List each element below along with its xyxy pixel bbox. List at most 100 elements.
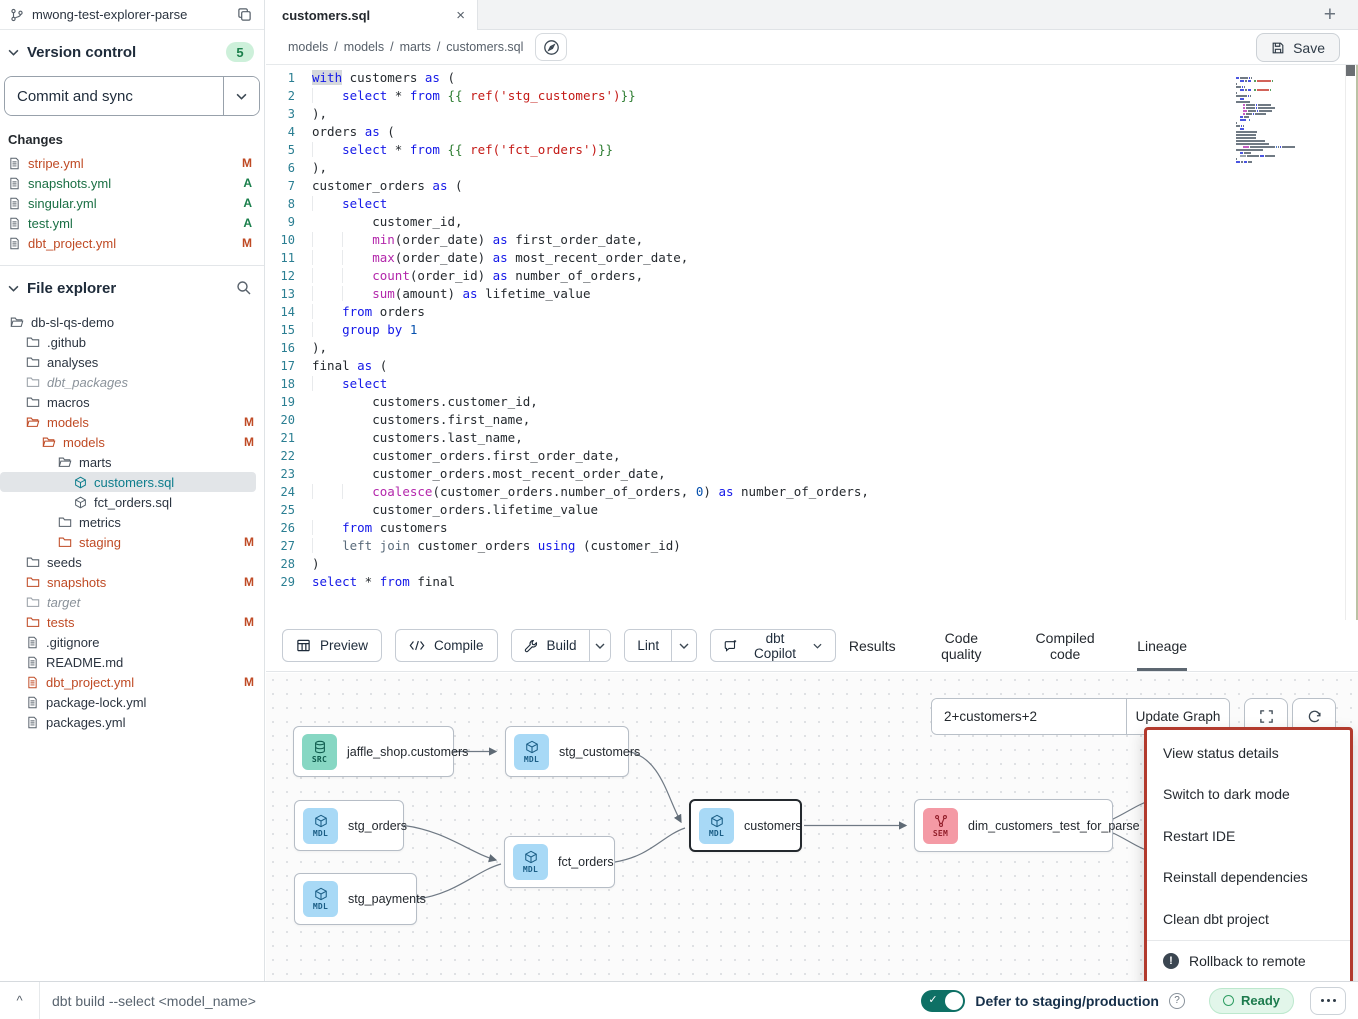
tab-lineage[interactable]: Lineage (1137, 620, 1187, 671)
new-tab-button[interactable]: + (1324, 0, 1336, 29)
tree-item-seeds[interactable]: seeds (0, 552, 264, 572)
code-text: customers.first_name, (312, 411, 530, 429)
lineage-node-stg-customers[interactable]: MDLstg_customers (505, 726, 629, 777)
line-number: 20 (266, 411, 312, 429)
tree-item-metrics[interactable]: metrics (0, 512, 264, 532)
commit-options-button[interactable] (223, 77, 259, 115)
minimap-line (1236, 161, 1300, 163)
build-options-button[interactable] (589, 630, 611, 661)
tab-results[interactable]: Results (849, 620, 896, 671)
changed-file-name: stripe.yml (28, 156, 235, 171)
tree-item-readme-md[interactable]: README.md (0, 652, 264, 672)
build-button[interactable]: Build (512, 630, 589, 661)
tree-item-label: fct_orders.sql (94, 495, 172, 510)
code-line: 28) (266, 555, 1358, 573)
tree-item-marts[interactable]: marts (0, 452, 264, 472)
minimap-line (1236, 137, 1300, 139)
lineage-node-stg-payments[interactable]: MDLstg_payments (294, 873, 417, 925)
change-status-badge: M (244, 415, 254, 429)
chevron-down-icon[interactable] (8, 49, 19, 56)
lint-button[interactable]: Lint (625, 630, 671, 661)
code-line: 4orders as ( (266, 123, 1358, 141)
help-icon[interactable]: ? (1169, 993, 1185, 1009)
lineage-node-jaffle-shop-customers[interactable]: SRCjaffle_shop.customers (293, 726, 454, 777)
tree-item--gitignore[interactable]: .gitignore (0, 632, 264, 652)
minimap-line (1236, 158, 1300, 160)
ellipsis-icon (1333, 999, 1336, 1002)
tree-item-label: models (47, 415, 89, 430)
line-number: 29 (266, 573, 312, 591)
tree-item-fct-orders-sql[interactable]: fct_orders.sql (0, 492, 264, 512)
lineage-node-customers[interactable]: MDLcustomers (689, 799, 802, 852)
code-text: customer_orders.most_recent_order_date, (312, 465, 666, 483)
tree-item-snapshots[interactable]: snapshotsM (0, 572, 264, 592)
preview-button[interactable]: Preview (282, 629, 382, 662)
tree-item-customers-sql[interactable]: customers.sql (0, 472, 256, 492)
breadcrumb-item[interactable]: customers.sql (446, 40, 523, 54)
tree-item-dbt-packages[interactable]: dbt_packages (0, 372, 264, 392)
changed-file-row[interactable]: singular.ymlA (0, 193, 264, 213)
copy-branch-button[interactable] (235, 5, 254, 24)
lint-options-button[interactable] (671, 630, 695, 661)
changed-file-row[interactable]: stripe.yml M (0, 153, 264, 173)
tree-item-models[interactable]: modelsM (0, 432, 264, 452)
changed-file-row[interactable]: test.ymlA (0, 213, 264, 233)
tree-item-staging[interactable]: stagingM (0, 532, 264, 552)
commit-split-button: Commit and sync (4, 76, 260, 116)
breadcrumb-item[interactable]: models (288, 40, 328, 54)
file-explorer-section: File explorer db-sl-qs-demo.githubanalys… (0, 265, 264, 981)
menu-item-clean-dbt-project[interactable]: Clean dbt project (1147, 898, 1350, 940)
code-line: 10 min(order_date) as first_order_date, (266, 231, 1358, 249)
save-icon (1271, 41, 1285, 55)
code-text: coalesce(customer_orders.number_of_order… (312, 483, 869, 501)
breadcrumb-item[interactable]: marts (400, 40, 431, 54)
tree-item-tests[interactable]: testsM (0, 612, 264, 632)
tree-item--github[interactable]: .github (0, 332, 264, 352)
menu-item-restart-ide[interactable]: Restart IDE (1147, 815, 1350, 857)
code-line: 15 group by 1 (266, 321, 1358, 339)
tab-code-quality[interactable]: Code quality (930, 620, 993, 671)
tree-item-analyses[interactable]: analyses (0, 352, 264, 372)
command-placeholder[interactable]: dbt build --select <model_name> (52, 993, 256, 1009)
lineage-node-fct-orders[interactable]: MDLfct_orders (504, 836, 615, 888)
menu-item-rollback-to-remote[interactable]: !Rollback to remote (1147, 941, 1350, 982)
close-tab-button[interactable]: × (456, 8, 465, 23)
save-button[interactable]: Save (1256, 33, 1340, 62)
tree-item-dbt-project-yml[interactable]: dbt_project.ymlM (0, 672, 264, 692)
minimap[interactable] (1236, 77, 1300, 164)
tab-compiled-code[interactable]: Compiled code (1027, 620, 1103, 671)
tree-item-label: .gitignore (46, 635, 99, 650)
dbt-copilot-button[interactable]: dbt Copilot (710, 629, 836, 662)
lineage-node-dim-customers-test-for-parse[interactable]: SEMdim_customers_test_for_parse (914, 799, 1113, 852)
tree-item-models[interactable]: models M (0, 412, 264, 432)
menu-item-reinstall-dependencies[interactable]: Reinstall dependencies (1147, 857, 1350, 899)
file-search-button[interactable] (234, 278, 254, 298)
tab-customers-sql[interactable]: customers.sql × (266, 0, 478, 30)
tree-item-db-sl-qs-demo[interactable]: db-sl-qs-demo (0, 312, 264, 332)
lineage-node-stg-orders[interactable]: MDLstg_orders (294, 800, 404, 851)
editor-scrollbar[interactable] (1346, 65, 1355, 76)
commit-and-sync-button[interactable]: Commit and sync (5, 77, 223, 115)
open-in-explorer-button[interactable] (535, 33, 567, 61)
defer-toggle[interactable]: ✓ (921, 990, 965, 1012)
code-editor[interactable]: 1with customers as (2 select * from {{ r… (266, 65, 1358, 620)
file-icon (8, 217, 21, 230)
chevron-down-icon[interactable] (8, 285, 19, 292)
menu-item-view-status-details[interactable]: View status details (1147, 732, 1350, 774)
tree-item-target[interactable]: target (0, 592, 264, 612)
changed-file-row[interactable]: snapshots.ymlA (0, 173, 264, 193)
breadcrumb-item[interactable]: models (344, 40, 384, 54)
tree-item-packages-yml[interactable]: packages.yml (0, 712, 264, 732)
tree-item-package-lock-yml[interactable]: package-lock.yml (0, 692, 264, 712)
tree-item-macros[interactable]: macros (0, 392, 264, 412)
more-options-button[interactable] (1310, 987, 1346, 1015)
compile-button[interactable]: Compile (395, 629, 498, 662)
code-line: 16), (266, 339, 1358, 357)
change-status-badge: M (242, 156, 252, 170)
changed-file-row[interactable]: dbt_project.ymlM (0, 233, 264, 253)
expand-command-bar-button[interactable]: ^ (0, 982, 40, 1019)
status-badge[interactable]: Ready (1209, 988, 1294, 1014)
lineage-selector-input[interactable] (932, 699, 1126, 734)
menu-item-switch-to-dark-mode[interactable]: Switch to dark mode (1147, 774, 1350, 816)
lineage-canvas[interactable]: SRCjaffle_shop.customers MDLstg_customers… (266, 673, 1358, 981)
